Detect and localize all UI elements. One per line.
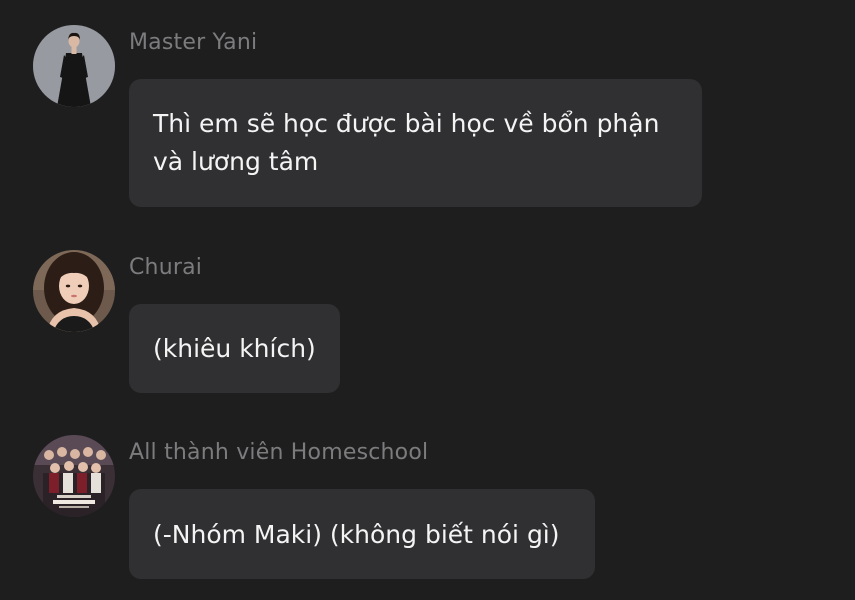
message-text-line: Thì em sẽ học được bài học về bổn phận [153,109,660,138]
sender-avatar[interactable] [33,25,115,107]
avatar-group-icon [33,435,115,517]
sender-name: Churai [129,255,203,280]
message-text-line: (-Nhóm Maki) (không biết nói gì) [153,520,560,549]
sender-avatar[interactable] [33,250,115,332]
sender-name: Master Yani [129,30,258,55]
message-bubble[interactable]: (-Nhóm Maki) (không biết nói gì) [129,489,595,579]
message-bubble[interactable]: Thì em sẽ học được bài học về bổn phận v… [129,79,702,207]
message-bubble[interactable]: (khiêu khích) [129,304,340,393]
message-text-line: và lương tâm [153,147,319,176]
avatar-girl-icon [33,250,115,332]
message-text-line: (khiêu khích) [153,334,316,363]
avatar-woman-icon [33,25,115,107]
sender-avatar[interactable] [33,435,115,517]
sender-name: All thành viên Homeschool [129,440,429,465]
